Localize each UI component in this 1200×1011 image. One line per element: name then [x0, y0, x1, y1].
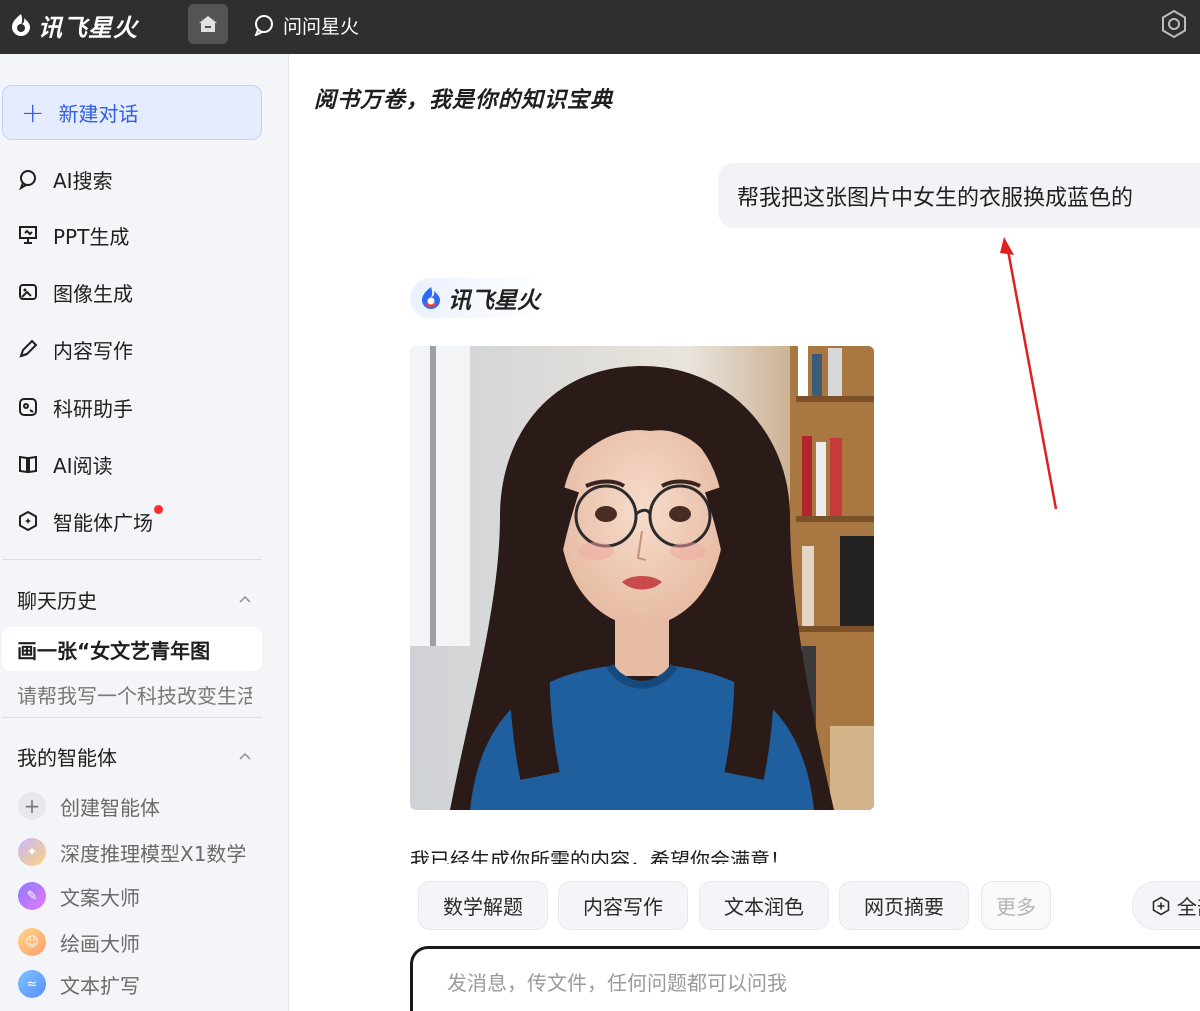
chip-all[interactable]: 全部	[1132, 881, 1200, 930]
history-item-active[interactable]: 画一张“女文艺青年图	[2, 627, 262, 671]
sidebar-item-image-gen[interactable]: 图像生成	[17, 277, 133, 307]
ppt-icon	[19, 226, 37, 244]
agent-item-painter[interactable]: ☺ 绘画大师	[18, 927, 140, 957]
top-bar: 讯飞星火 问问星火	[0, 0, 1200, 54]
sidebar-item-label: 图像生成	[53, 281, 133, 306]
agent-avatar: ☺	[18, 928, 46, 956]
agent-item-text-expand[interactable]: ≈ 文本扩写	[18, 969, 140, 999]
chat-history-title: 聊天历史	[17, 588, 97, 613]
sidebar-item-label: 智能体广场	[53, 504, 163, 536]
brand-name: 讯飞星火	[38, 13, 138, 42]
brand-logo[interactable]: 讯飞星火	[8, 8, 138, 42]
user-message-bubble: 帮我把这张图片中女生的衣服换成蓝色的	[718, 163, 1200, 228]
chevron-up-icon[interactable]	[238, 749, 252, 763]
history-item[interactable]: 请帮我写一个科技改变生活	[17, 679, 252, 709]
sidebar-item-label: AI阅读	[53, 453, 113, 478]
agent-avatar: ✎	[18, 882, 46, 910]
spark-logo-icon	[422, 287, 440, 309]
ask-spark-label: 问问星火	[283, 15, 360, 38]
create-agent-button[interactable]: + 创建智能体	[18, 791, 160, 821]
chip-label: 数学解题	[443, 895, 523, 919]
my-agents-title: 我的智能体	[17, 745, 117, 770]
bot-reply-text: 我已经生成你所需的内容，希望你会满意！	[410, 848, 790, 864]
sidebar-item-label: AI搜索	[53, 168, 113, 193]
sidebar-item-label: 内容写作	[53, 338, 133, 363]
history-item-label: 画一张“女文艺青年图	[17, 638, 211, 663]
image-gen-icon	[19, 284, 37, 300]
message-composer	[410, 946, 1200, 1011]
plus-circle-icon	[1152, 896, 1170, 915]
my-agents-header[interactable]: 我的智能体	[17, 741, 252, 771]
pen-icon	[19, 339, 38, 358]
agent-label: 文本扩写	[60, 973, 140, 998]
generated-image[interactable]	[410, 346, 874, 810]
notification-dot	[154, 504, 163, 514]
agent-plaza-text: 智能体广场	[53, 510, 153, 535]
research-icon	[19, 398, 37, 416]
chip-label: 文本润色	[724, 895, 804, 919]
new-chat-label: 新建对话	[58, 102, 139, 126]
sidebar-item-research[interactable]: 科研助手	[17, 392, 133, 422]
sidebar: + 新建对话 AI搜索 PPT生成 图像生成 内容写作 科研助手 AI阅读 智能…	[0, 54, 289, 1011]
agent-plaza-icon	[19, 510, 37, 532]
agent-label: 文案大师	[60, 885, 140, 910]
chip-label: 内容写作	[583, 895, 663, 919]
hexagon-settings-icon	[1162, 9, 1186, 39]
chip-label: 更多	[996, 895, 1036, 919]
plus-icon: +	[18, 792, 46, 820]
agent-item-x1-math[interactable]: ✦ 深度推理模型X1数学	[18, 837, 246, 867]
chip-label: 网页摘要	[864, 895, 944, 919]
ask-spark-button[interactable]: 问问星火	[253, 10, 359, 40]
agent-item-copywriter[interactable]: ✎ 文案大师	[18, 881, 140, 911]
chip-writing[interactable]: 内容写作	[558, 881, 688, 930]
settings-button[interactable]	[1158, 8, 1190, 40]
agent-label: 创建智能体	[60, 795, 160, 820]
search-chat-icon	[19, 170, 36, 190]
bot-avatar: 讯飞星火	[410, 278, 548, 318]
history-item-label: 请帮我写一个科技改变生活	[17, 683, 252, 708]
message-input[interactable]	[447, 971, 1147, 995]
agent-avatar: ≈	[18, 970, 46, 998]
page-title: 阅书万卷，我是你的知识宝典	[314, 88, 614, 113]
chip-math[interactable]: 数学解题	[418, 881, 548, 930]
plus-icon: +	[21, 95, 45, 129]
divider	[2, 559, 262, 560]
agent-label: 绘画大师	[60, 931, 140, 956]
generated-portrait-image	[410, 346, 874, 810]
chip-web-summary[interactable]: 网页摘要	[839, 881, 969, 930]
sidebar-item-ppt[interactable]: PPT生成	[17, 220, 129, 250]
chat-bubble-icon	[254, 15, 273, 36]
chevron-up-icon[interactable]	[238, 592, 252, 606]
book-icon	[19, 455, 37, 474]
new-chat-button[interactable]: + 新建对话	[2, 85, 262, 140]
agent-avatar: ✦	[18, 838, 46, 866]
divider	[2, 717, 262, 718]
home-button[interactable]	[188, 4, 228, 44]
chip-label: 全部	[1177, 895, 1200, 919]
sidebar-item-writing[interactable]: 内容写作	[17, 334, 133, 364]
chip-polish[interactable]: 文本润色	[699, 881, 829, 930]
user-message-text: 帮我把这张图片中女生的衣服换成蓝色的	[737, 185, 1134, 211]
chip-more[interactable]: 更多	[981, 881, 1051, 930]
sidebar-item-ai-reading[interactable]: AI阅读	[17, 449, 113, 479]
sidebar-item-label: 科研助手	[53, 396, 133, 421]
chat-history-header[interactable]: 聊天历史	[17, 584, 252, 614]
sidebar-item-label: PPT生成	[53, 224, 130, 249]
sidebar-item-ai-search[interactable]: AI搜索	[17, 164, 113, 194]
annotation-arrow	[1000, 237, 1058, 510]
chat-main: 阅书万卷，我是你的知识宝典 帮我把这张图片中女生的衣服换成蓝色的 讯飞星火 我已…	[290, 54, 1200, 1011]
bot-name: 讯飞星火	[448, 288, 540, 314]
agent-label: 深度推理模型X1数学	[60, 841, 247, 866]
sidebar-item-agent-plaza[interactable]: 智能体广场	[17, 504, 163, 536]
home-icon	[199, 16, 217, 32]
spark-logo-icon	[12, 14, 30, 36]
